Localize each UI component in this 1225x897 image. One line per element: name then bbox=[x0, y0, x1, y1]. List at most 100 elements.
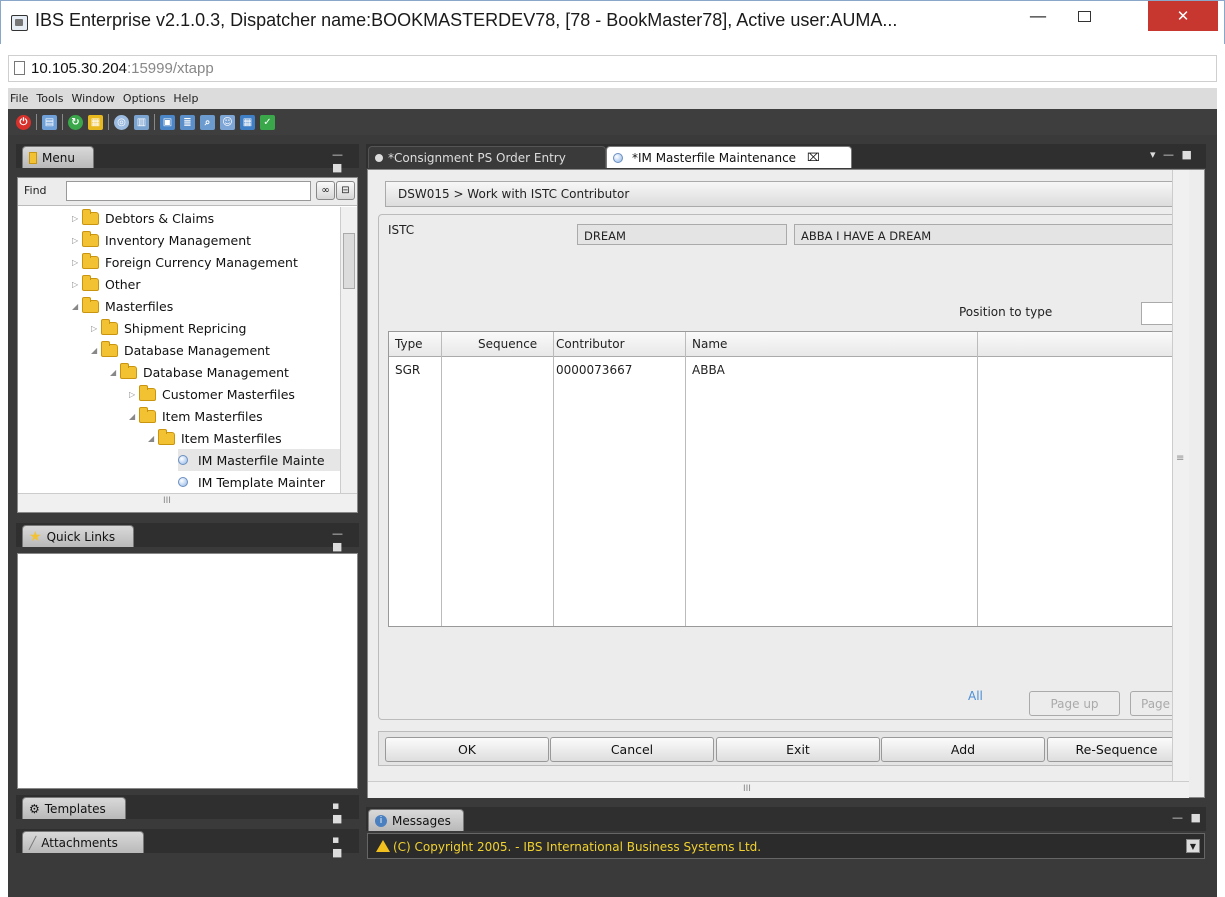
menu-window[interactable]: Window bbox=[72, 92, 115, 105]
minimize-button[interactable]: — bbox=[1015, 1, 1061, 31]
work-area-horizontal-scrollbar[interactable]: III bbox=[368, 781, 1189, 798]
power-icon[interactable]: ⏻ bbox=[16, 114, 31, 130]
tree-item-item-masterfiles[interactable]: ◢ Item Masterfiles bbox=[129, 405, 263, 427]
add-button[interactable]: Add bbox=[881, 737, 1045, 762]
book-icon[interactable]: ▥ bbox=[134, 114, 149, 130]
attachments-header: ╱ Attachments ▪ ■ bbox=[16, 829, 359, 859]
cell-name[interactable]: ABBA bbox=[692, 363, 725, 377]
window-icon[interactable]: ▣ bbox=[160, 114, 175, 130]
expand-arrow-icon: ▷ bbox=[72, 213, 79, 223]
tab-label: *Consignment PS Order Entry bbox=[388, 150, 566, 165]
settings-icon[interactable]: ◎ bbox=[114, 114, 129, 130]
refresh-icon[interactable]: ↻ bbox=[68, 114, 83, 130]
tab-label: *IM Masterfile Maintenance bbox=[632, 150, 797, 165]
tab-im-masterfile-maintenance[interactable]: *IM Masterfile Maintenance ⌧ bbox=[606, 146, 852, 168]
close-tab-icon[interactable]: ⌧ bbox=[807, 151, 820, 164]
toolbar-separator bbox=[108, 114, 109, 130]
page-icon bbox=[14, 61, 25, 75]
editor-tabs-header: *Consignment PS Order Entry *IM Masterfi… bbox=[366, 144, 1206, 168]
column-name bbox=[686, 332, 978, 626]
header-type[interactable]: Type bbox=[395, 337, 423, 351]
panel-controls[interactable]: ▪ ■ bbox=[332, 799, 359, 825]
header-contributor[interactable]: Contributor bbox=[556, 337, 625, 351]
tab-quick-links-label: Quick Links bbox=[46, 529, 116, 544]
find-input[interactable] bbox=[66, 181, 311, 201]
tab-messages[interactable]: i Messages bbox=[368, 809, 464, 831]
header-name[interactable]: Name bbox=[692, 337, 727, 351]
tree-item-customer-masterfiles[interactable]: ▷ Customer Masterfiles bbox=[129, 383, 295, 405]
scroll-grip: ≡ bbox=[1176, 453, 1185, 464]
program-icon bbox=[178, 455, 188, 465]
tree-item-im-template-maintenance[interactable]: IM Template Mainter bbox=[178, 471, 325, 493]
folder-icon bbox=[101, 318, 118, 335]
menu-tools[interactable]: Tools bbox=[36, 92, 63, 105]
tree-item-foreign-currency[interactable]: ▷ Foreign Currency Management bbox=[72, 251, 298, 273]
menu-vertical-scrollbar[interactable] bbox=[340, 207, 357, 494]
open-folder-icon bbox=[82, 296, 99, 313]
tab-templates[interactable]: ⚙ Templates bbox=[22, 797, 126, 819]
panel-controls[interactable]: — ■ bbox=[332, 148, 359, 174]
scrollbar-thumb[interactable] bbox=[343, 233, 355, 289]
maximize-button[interactable] bbox=[1061, 1, 1107, 31]
menu-help[interactable]: Help bbox=[173, 92, 198, 105]
work-area-vertical-scrollbar[interactable]: ≡ bbox=[1172, 170, 1189, 782]
open-folder-icon bbox=[120, 362, 137, 379]
panel-controls[interactable]: ▪ ■ bbox=[332, 833, 359, 859]
tree-item-im-masterfile-maintenance[interactable]: IM Masterfile Mainte bbox=[178, 449, 340, 471]
user-icon[interactable]: ☺ bbox=[220, 114, 235, 130]
tree-item-masterfiles[interactable]: ◢ Masterfiles bbox=[72, 295, 173, 317]
tree-item-database-management-sub[interactable]: ◢ Database Management bbox=[110, 361, 289, 383]
tab-menu[interactable]: Menu bbox=[22, 146, 94, 168]
tree-item-database-management[interactable]: ◢ Database Management bbox=[91, 339, 270, 361]
tab-attachments[interactable]: ╱ Attachments bbox=[22, 831, 144, 853]
maximize-icon bbox=[1077, 10, 1091, 22]
address-bar[interactable]: 10.105.30.204:15999/xtapp bbox=[8, 55, 1217, 82]
collapse-icon[interactable]: ⊟ bbox=[336, 181, 355, 200]
re-sequence-button[interactable]: Re-Sequence bbox=[1047, 737, 1186, 762]
tree-item-inventory[interactable]: ▷ Inventory Management bbox=[72, 229, 251, 251]
tab-attachments-label: Attachments bbox=[41, 835, 118, 850]
warning-icon bbox=[376, 840, 390, 852]
all-link[interactable]: All bbox=[968, 689, 983, 703]
panel-controls[interactable]: — ■ bbox=[1172, 811, 1203, 824]
cell-type[interactable]: SGR bbox=[395, 363, 420, 377]
program-icon bbox=[613, 152, 623, 163]
tab-quick-links[interactable]: ★ Quick Links bbox=[22, 525, 134, 547]
grid-icon[interactable]: ▦ bbox=[88, 114, 103, 130]
panel-controls[interactable]: — ■ bbox=[332, 527, 359, 553]
dropdown-icon[interactable]: ▼ bbox=[1186, 839, 1200, 853]
search-doc-icon[interactable]: ⌕ bbox=[200, 114, 215, 130]
column-sequence bbox=[442, 332, 554, 626]
menu-file[interactable]: File bbox=[10, 92, 28, 105]
star-icon: ★ bbox=[29, 528, 42, 545]
scroll-grip: III bbox=[743, 784, 751, 794]
header-sequence[interactable]: Sequence bbox=[478, 337, 537, 351]
contributor-table: Type Sequence Contributor Name SGR 00000… bbox=[388, 331, 1187, 627]
cancel-button[interactable]: Cancel bbox=[550, 737, 714, 762]
list-icon[interactable]: ≣ bbox=[180, 114, 195, 130]
tree-item-other[interactable]: ▷ Other bbox=[72, 273, 141, 295]
istc-label: ISTC bbox=[388, 223, 415, 237]
find-binoculars-icon[interactable]: ∞ bbox=[316, 181, 335, 200]
check-icon[interactable]: ✓ bbox=[260, 114, 275, 130]
close-button[interactable]: ✕ bbox=[1148, 1, 1218, 31]
work-area: DSW015 > Work with ISTC Contributor ISTC… bbox=[367, 169, 1205, 798]
tree-item-shipment-repricing[interactable]: ▷ Shipment Repricing bbox=[91, 317, 247, 339]
table-icon[interactable]: ▦ bbox=[240, 114, 255, 130]
panel-controls[interactable]: ▾ — ■ bbox=[1150, 148, 1194, 161]
exit-button[interactable]: Exit bbox=[716, 737, 880, 762]
position-to-type-label: Position to type bbox=[959, 305, 1053, 319]
ok-button[interactable]: OK bbox=[385, 737, 549, 762]
collapse-arrow-icon: ◢ bbox=[129, 411, 136, 421]
menu-options[interactable]: Options bbox=[123, 92, 165, 105]
url-text: 10.105.30.204:15999/xtapp bbox=[31, 60, 214, 77]
tab-consignment-ps-order-entry[interactable]: *Consignment PS Order Entry bbox=[368, 146, 606, 168]
menu-horizontal-scrollbar[interactable]: III bbox=[18, 493, 357, 512]
print-icon[interactable]: ▤ bbox=[42, 114, 57, 130]
window-titlebar: IBS Enterprise v2.1.0.3, Dispatcher name… bbox=[0, 0, 1225, 44]
istc-code-field: DREAM bbox=[577, 224, 787, 245]
cell-contributor[interactable]: 0000073667 bbox=[556, 363, 632, 377]
tree-item-debtors[interactable]: ▷ Debtors & Claims bbox=[72, 207, 214, 229]
page-up-button[interactable]: Page up bbox=[1029, 691, 1120, 716]
tree-item-item-masterfiles-sub[interactable]: ◢ Item Masterfiles bbox=[148, 427, 282, 449]
